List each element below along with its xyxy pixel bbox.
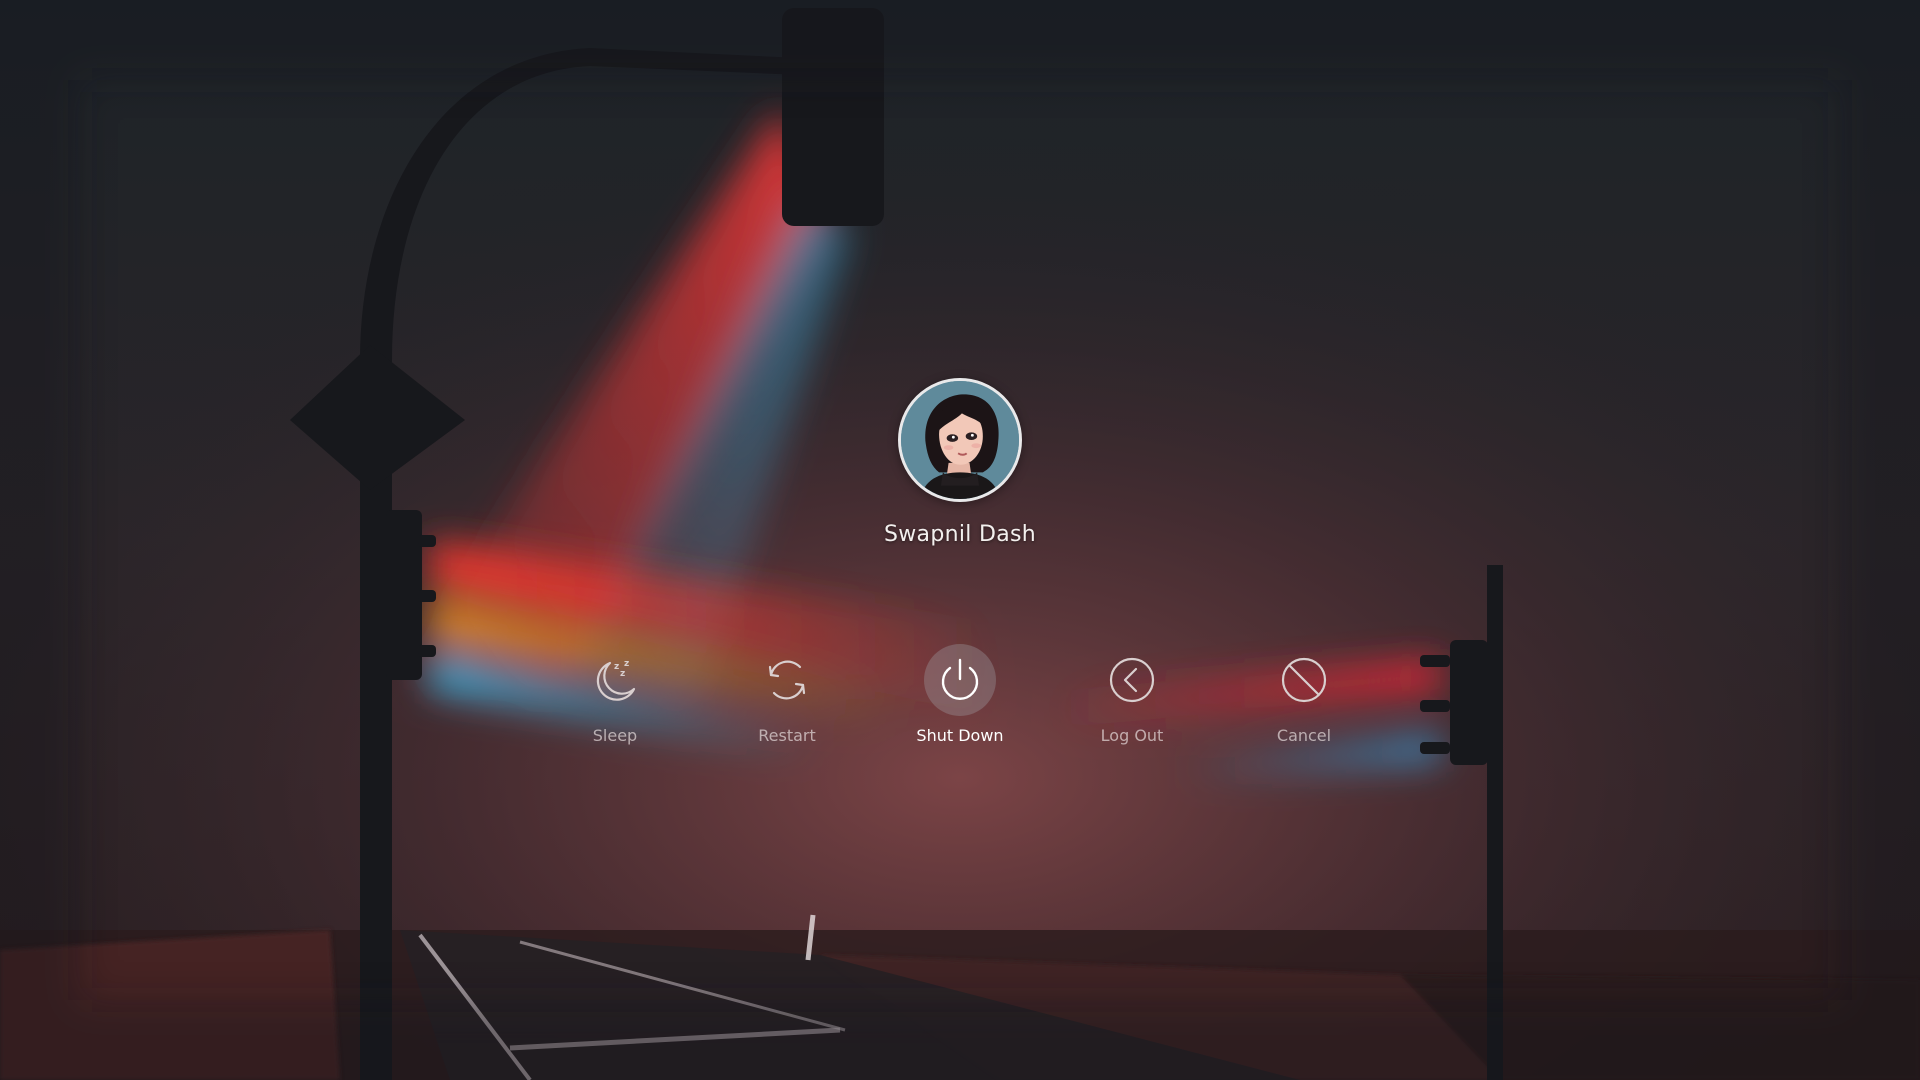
restart-label: Restart xyxy=(758,726,816,745)
restart-icon-wrap xyxy=(751,644,823,716)
user-name: Swapnil Dash xyxy=(884,522,1036,547)
log-out-label: Log Out xyxy=(1100,726,1164,745)
svg-text:z: z xyxy=(620,669,625,679)
shutdown-screen: Swapnil Dash z z z Sleep Restart Shut Do… xyxy=(0,0,1920,1080)
cancel-circle-icon xyxy=(1281,657,1327,703)
sleep-icon-wrap: z z z xyxy=(579,644,651,716)
log-out-button[interactable]: Log Out xyxy=(1062,640,1202,760)
svg-text:z: z xyxy=(624,659,629,669)
shut-down-highlight xyxy=(924,644,996,716)
avatar-illustration xyxy=(901,381,1019,499)
restart-button[interactable]: Restart xyxy=(717,640,857,760)
power-icon xyxy=(941,658,979,700)
log-out-icon-wrap xyxy=(1096,644,1168,716)
cancel-icon-wrap xyxy=(1268,644,1340,716)
shut-down-label: Shut Down xyxy=(916,726,1004,745)
dialog-overlay: Swapnil Dash z z z Sleep Restart Shut Do… xyxy=(0,0,1920,1080)
cancel-button[interactable]: Cancel xyxy=(1234,640,1374,760)
shut-down-button[interactable]: Shut Down xyxy=(890,640,1030,760)
cancel-label: Cancel xyxy=(1276,726,1332,745)
power-actions: z z z Sleep Restart Shut Down Log Out Ca… xyxy=(0,640,1920,760)
sleep-button[interactable]: z z z Sleep xyxy=(545,640,685,760)
restart-arrows-icon xyxy=(768,660,806,700)
sleep-moon-icon: z z z xyxy=(596,659,636,701)
chevron-left-circle-icon xyxy=(1109,657,1155,703)
sleep-label: Sleep xyxy=(592,726,638,745)
svg-text:z: z xyxy=(614,662,619,672)
user-avatar xyxy=(898,378,1022,502)
